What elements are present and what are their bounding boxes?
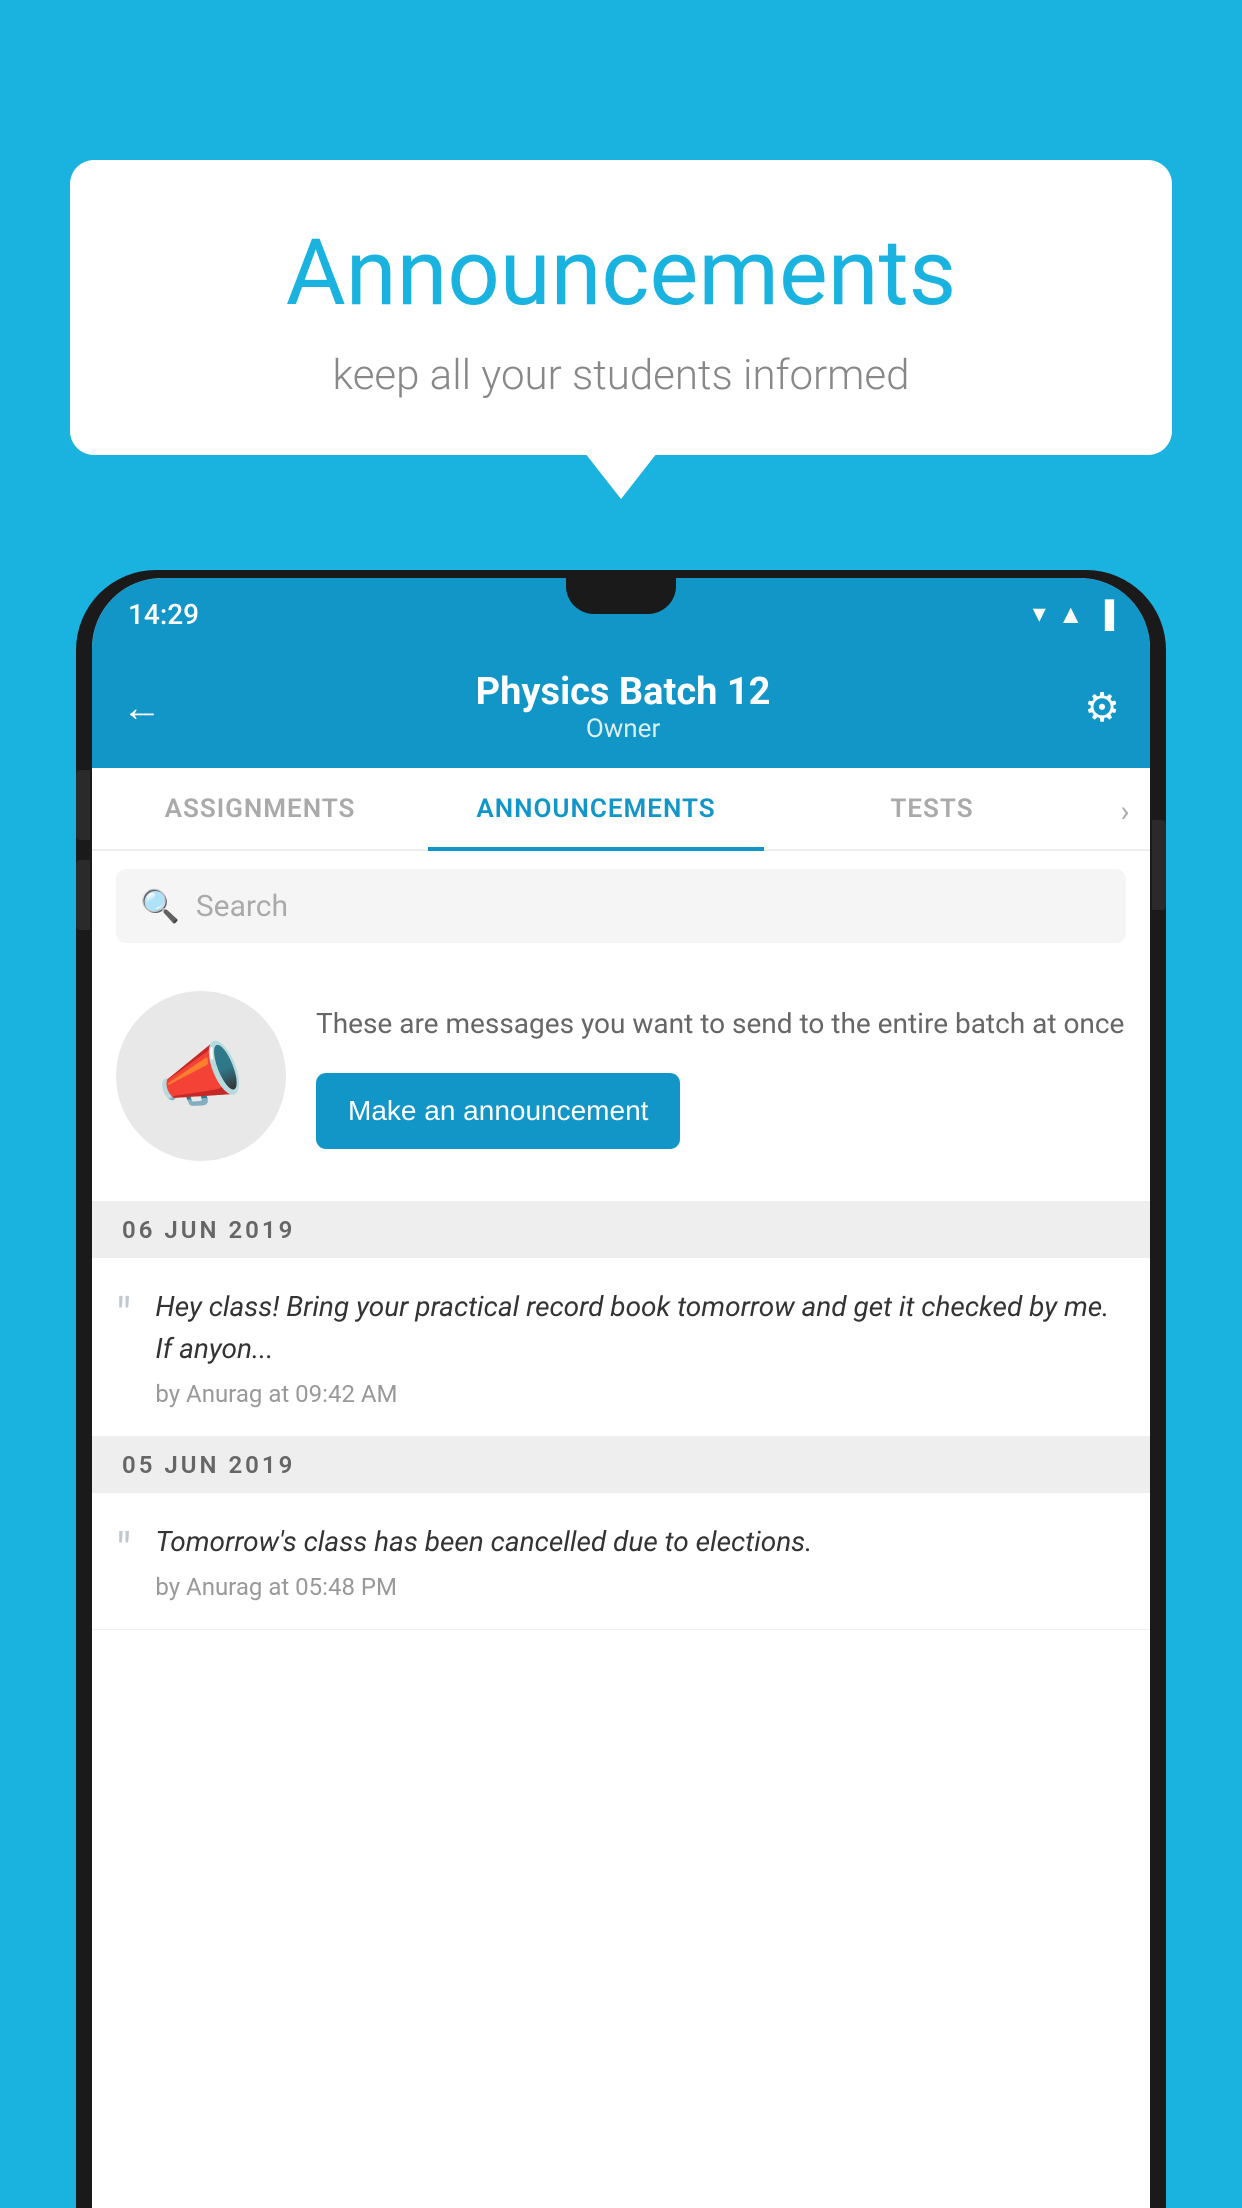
announcement-text-2: Tomorrow's class has been cancelled due … (155, 1521, 1126, 1563)
bubble-subtitle: keep all your students informed (120, 351, 1122, 400)
date-separator-2: 05 JUN 2019 (92, 1437, 1150, 1493)
megaphone-circle: 📣 (116, 991, 286, 1161)
phone-mockup: 14:29 ▾ ▲ ▐ ← Physics Batch 12 Owner ⚙ A… (76, 570, 1166, 2208)
announcement-text-1: Hey class! Bring your practical record b… (155, 1286, 1126, 1370)
date-separator-1: 06 JUN 2019 (92, 1202, 1150, 1258)
owner-label: Owner (476, 714, 771, 744)
battery-icon: ▐ (1096, 599, 1114, 630)
back-button[interactable]: ← (122, 684, 162, 731)
settings-icon[interactable]: ⚙ (1084, 684, 1120, 731)
power-button (1152, 820, 1166, 910)
speech-bubble: Announcements keep all your students inf… (70, 160, 1172, 455)
wifi-icon: ▾ (1033, 599, 1046, 629)
tab-tests[interactable]: TESTS (764, 768, 1100, 849)
announcement-author-1: by Anurag at 09:42 AM (155, 1380, 1126, 1408)
tab-bar: ASSIGNMENTS ANNOUNCEMENTS TESTS › (92, 768, 1150, 851)
prompt-text: These are messages you want to send to t… (316, 1003, 1126, 1045)
search-icon: 🔍 (140, 887, 180, 925)
tab-assignments[interactable]: ASSIGNMENTS (92, 768, 428, 849)
notch (566, 578, 676, 614)
quote-icon-1: " (116, 1286, 131, 1340)
announcement-item-1[interactable]: " Hey class! Bring your practical record… (92, 1258, 1150, 1437)
make-announcement-button[interactable]: Make an announcement (316, 1073, 680, 1149)
search-input[interactable]: Search (196, 889, 288, 924)
batch-title: Physics Batch 12 (476, 670, 771, 714)
announcement-content-2: Tomorrow's class has been cancelled due … (155, 1521, 1126, 1601)
tab-announcements[interactable]: ANNOUNCEMENTS (428, 768, 764, 849)
app-header: ← Physics Batch 12 Owner ⚙ (92, 650, 1150, 768)
search-container: 🔍 Search (92, 851, 1150, 961)
announcement-content-1: Hey class! Bring your practical record b… (155, 1286, 1126, 1408)
status-bar: 14:29 ▾ ▲ ▐ (92, 578, 1150, 650)
status-time: 14:29 (128, 598, 199, 631)
megaphone-icon: 📣 (157, 1035, 244, 1117)
bubble-title: Announcements (120, 220, 1122, 327)
phone-screen: 14:29 ▾ ▲ ▐ ← Physics Batch 12 Owner ⚙ A… (92, 578, 1150, 2208)
header-center: Physics Batch 12 Owner (476, 670, 771, 744)
status-icons: ▾ ▲ ▐ (1033, 599, 1114, 630)
signal-icon: ▲ (1058, 599, 1084, 630)
search-bar[interactable]: 🔍 Search (116, 869, 1126, 943)
announcement-prompt: 📣 These are messages you want to send to… (92, 961, 1150, 1202)
tab-more[interactable]: › (1100, 768, 1150, 849)
prompt-right: These are messages you want to send to t… (316, 1003, 1126, 1149)
announcement-item-2[interactable]: " Tomorrow's class has been cancelled du… (92, 1493, 1150, 1630)
announcement-author-2: by Anurag at 05:48 PM (155, 1573, 1126, 1601)
volume-up-button (76, 770, 90, 840)
quote-icon-2: " (116, 1521, 131, 1575)
volume-down-button (76, 860, 90, 930)
